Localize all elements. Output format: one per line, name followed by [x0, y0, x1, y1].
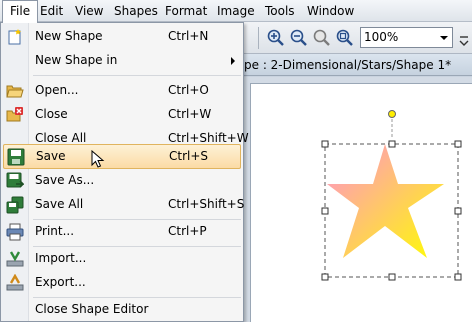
menu-item-close-shape-editor[interactable]: Close Shape Editor [3, 298, 241, 322]
menu-bar: File Edit View Shapes Format Image Tools… [0, 0, 472, 23]
print-icon [6, 223, 24, 241]
menu-file[interactable]: File [2, 0, 39, 23]
editor-title-bar: pe : 2-Dimensional/Stars/Shape 1* [244, 54, 472, 76]
save-icon [7, 148, 25, 166]
menu-window[interactable]: Window [300, 0, 361, 22]
menu-item-save[interactable]: Save Ctrl+S [3, 144, 241, 169]
open-folder-icon [6, 82, 24, 100]
rotation-handle[interactable] [388, 110, 396, 118]
menu-view[interactable]: View [68, 0, 110, 22]
menu-tools[interactable]: Tools [258, 0, 302, 22]
menu-item-close[interactable]: Close Ctrl+W [3, 103, 241, 127]
editor-title: pe : 2-Dimensional/Stars/Shape 1* [244, 58, 452, 72]
menu-separator [33, 75, 241, 76]
menu-item-new-shape-in[interactable]: New Shape in [3, 49, 241, 73]
menu-edit[interactable]: Edit [33, 0, 70, 22]
submenu-arrow-icon [231, 57, 235, 65]
toolbar-separator [258, 27, 259, 49]
file-menu: New Shape Ctrl+N New Shape in Open... Ct… [0, 22, 249, 322]
import-icon [6, 250, 24, 268]
menu-item-save-all[interactable]: Save All Ctrl+Shift+S [3, 193, 244, 217]
menu-item-export[interactable]: Export... [3, 271, 241, 295]
zoom-fit-icon[interactable] [335, 28, 355, 48]
zoom-in-icon[interactable] [266, 28, 286, 48]
export-icon [6, 273, 24, 292]
chevron-down-icon[interactable] [436, 28, 452, 47]
toolbar-overflow-icon[interactable] [457, 27, 470, 49]
menu-item-open[interactable]: Open... Ctrl+O [3, 79, 241, 103]
star-shape[interactable] [327, 144, 444, 258]
menu-shapes[interactable]: Shapes [107, 0, 165, 22]
new-shape-icon [6, 28, 24, 46]
mouse-cursor-icon [91, 149, 107, 170]
zoom-value: 100% [364, 30, 399, 44]
toolbar: 100% [244, 22, 472, 54]
save-as-icon [6, 172, 25, 190]
menu-format[interactable]: Format [158, 0, 214, 22]
drawing-canvas[interactable] [250, 83, 472, 322]
zoom-out-icon[interactable] [289, 28, 309, 48]
menu-image[interactable]: Image [210, 0, 262, 22]
menu-item-new-shape[interactable]: New Shape Ctrl+N [3, 25, 241, 49]
menu-item-import[interactable]: Import... [3, 247, 241, 271]
shape-drawing [321, 110, 462, 281]
close-document-icon [6, 106, 24, 124]
zoom-select[interactable]: 100% [360, 27, 453, 48]
zoom-actual-icon[interactable] [312, 28, 332, 48]
canvas-area [244, 77, 472, 322]
save-all-icon [6, 196, 24, 214]
menu-item-print[interactable]: Print... Ctrl+P [3, 220, 241, 244]
menu-item-save-as[interactable]: Save As... [3, 169, 241, 193]
